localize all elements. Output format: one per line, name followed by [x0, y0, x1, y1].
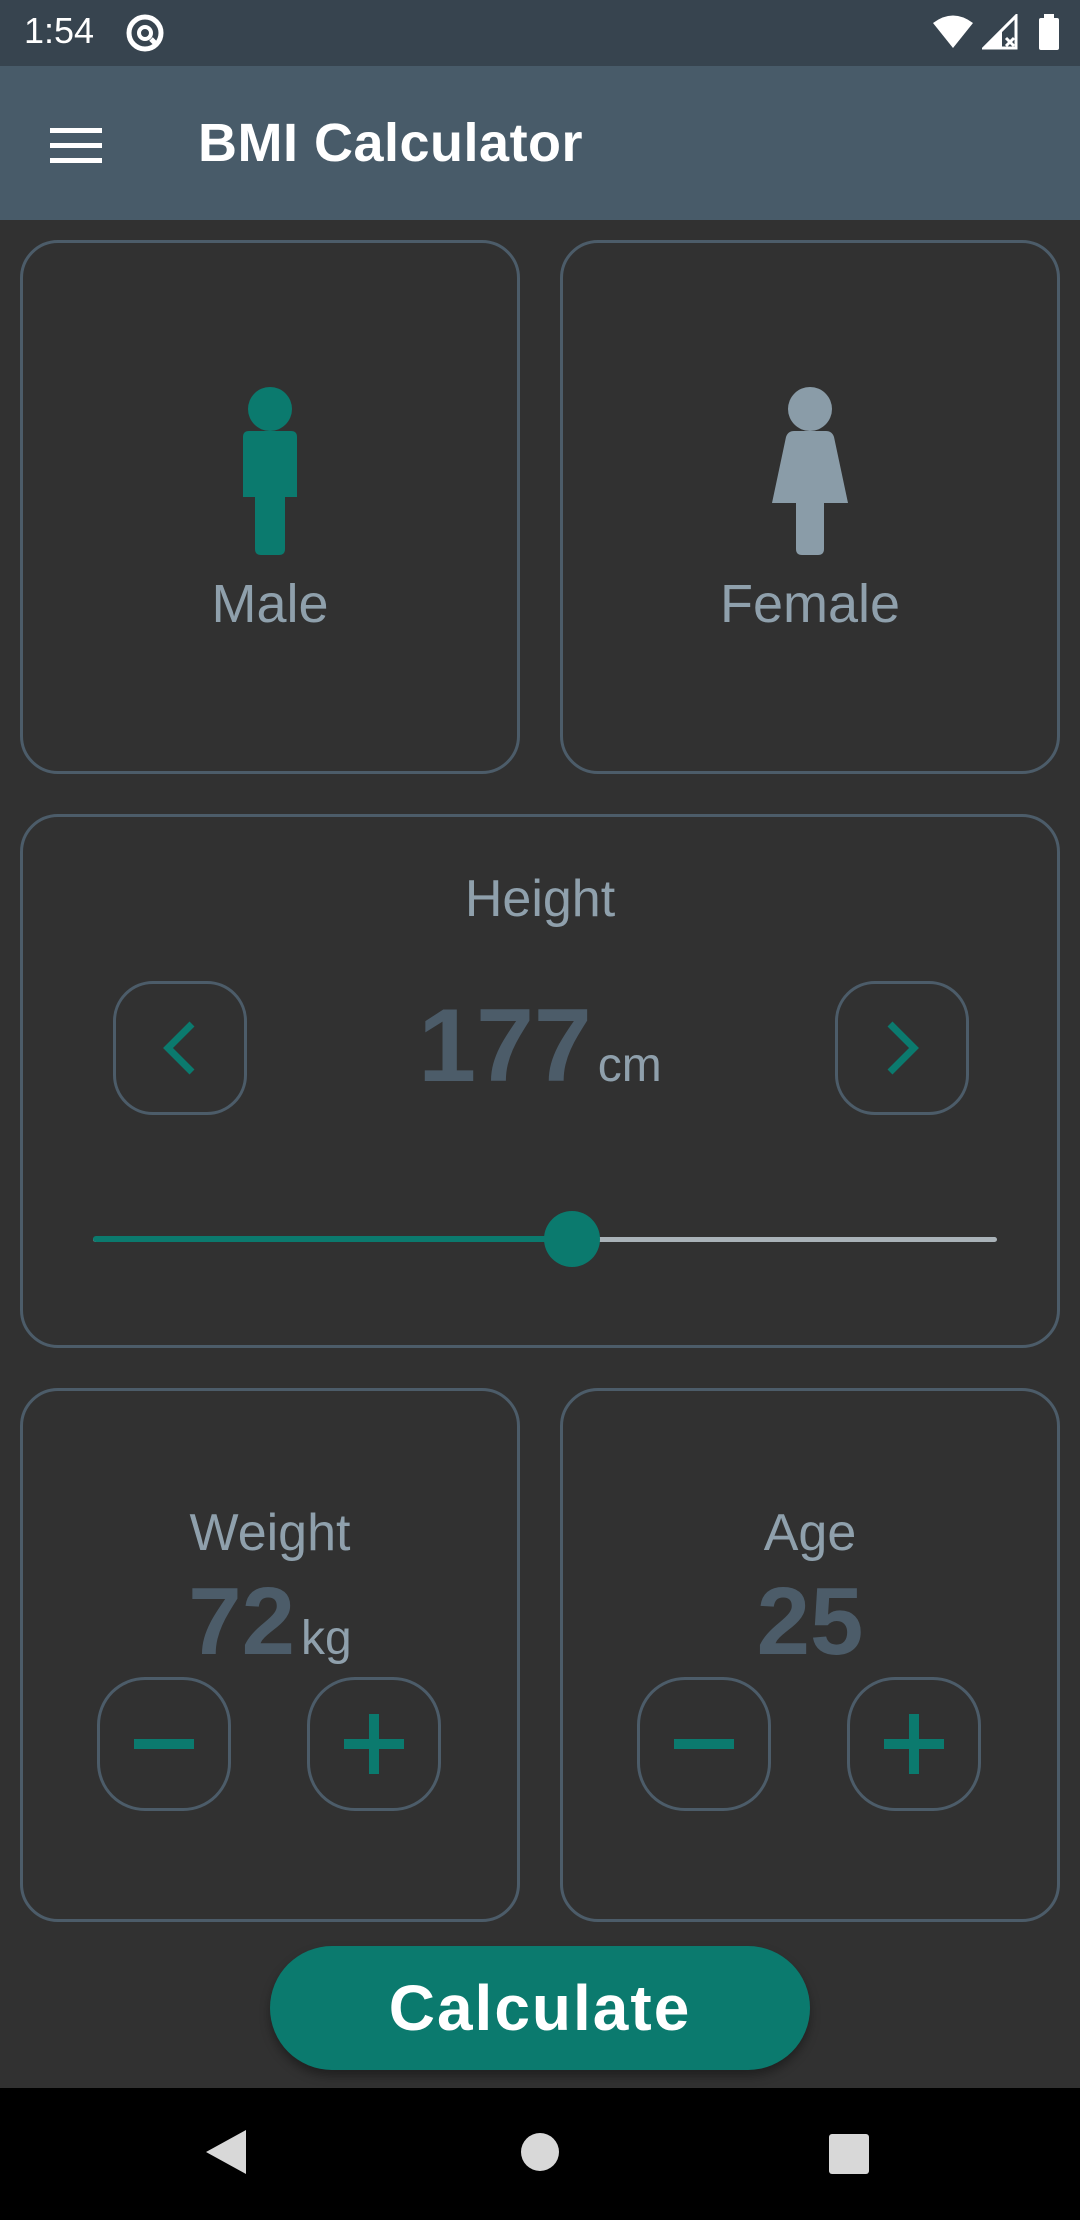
- slider-thumb[interactable]: [544, 1211, 601, 1267]
- weight-label: Weight: [189, 1504, 351, 1562]
- height-increase-button[interactable]: [835, 981, 969, 1115]
- age-label: Age: [763, 1504, 857, 1562]
- status-time: 1:54: [24, 10, 95, 51]
- slider-track-fill: [93, 1236, 573, 1242]
- chevron-right-icon: [887, 1021, 919, 1075]
- status-bar: 1:54: [0, 0, 1080, 66]
- minus-icon: [674, 1739, 734, 1749]
- height-value: 177: [418, 988, 592, 1104]
- weight-value-row: 72 kg: [23, 1567, 517, 1677]
- female-label: Female: [719, 574, 901, 634]
- weight-decrease-button[interactable]: [97, 1677, 231, 1811]
- male-card[interactable]: Male: [20, 240, 520, 774]
- battery-icon: [1039, 14, 1059, 50]
- male-label: Male: [211, 574, 329, 634]
- female-icon: [772, 387, 848, 555]
- weight-card: Weight 72 kg: [20, 1388, 520, 1922]
- home-icon[interactable]: [520, 2132, 560, 2172]
- navigation-bar: [0, 2088, 1080, 2220]
- menu-icon[interactable]: [50, 126, 104, 166]
- height-label: Height: [464, 870, 616, 928]
- age-value-row: 25: [563, 1567, 1057, 1677]
- plus-icon: [344, 1714, 404, 1774]
- recents-icon[interactable]: [828, 2134, 870, 2174]
- plus-icon: [884, 1714, 944, 1774]
- app-bar: BMI Calculator: [0, 66, 1080, 220]
- app-title: BMI Calculator: [198, 113, 584, 173]
- calculate-button[interactable]: Calculate: [270, 1946, 810, 2070]
- minus-icon: [134, 1739, 194, 1749]
- weight-increase-button[interactable]: [307, 1677, 441, 1811]
- male-icon: [243, 387, 297, 555]
- weight-value: 72: [188, 1568, 296, 1675]
- signal-icon: [982, 14, 1018, 50]
- height-unit: cm: [597, 1039, 662, 1092]
- age-increase-button[interactable]: [847, 1677, 981, 1811]
- age-decrease-button[interactable]: [637, 1677, 771, 1811]
- female-card[interactable]: Female: [560, 240, 1060, 774]
- sync-icon: [126, 14, 164, 52]
- height-slider[interactable]: [93, 1211, 997, 1267]
- age-value: 25: [756, 1568, 864, 1675]
- height-card: Height 177 cm: [20, 814, 1060, 1348]
- weight-unit: kg: [301, 1612, 352, 1665]
- back-icon[interactable]: [204, 2128, 248, 2176]
- wifi-icon: [933, 15, 973, 48]
- age-card: Age 25: [560, 1388, 1060, 1922]
